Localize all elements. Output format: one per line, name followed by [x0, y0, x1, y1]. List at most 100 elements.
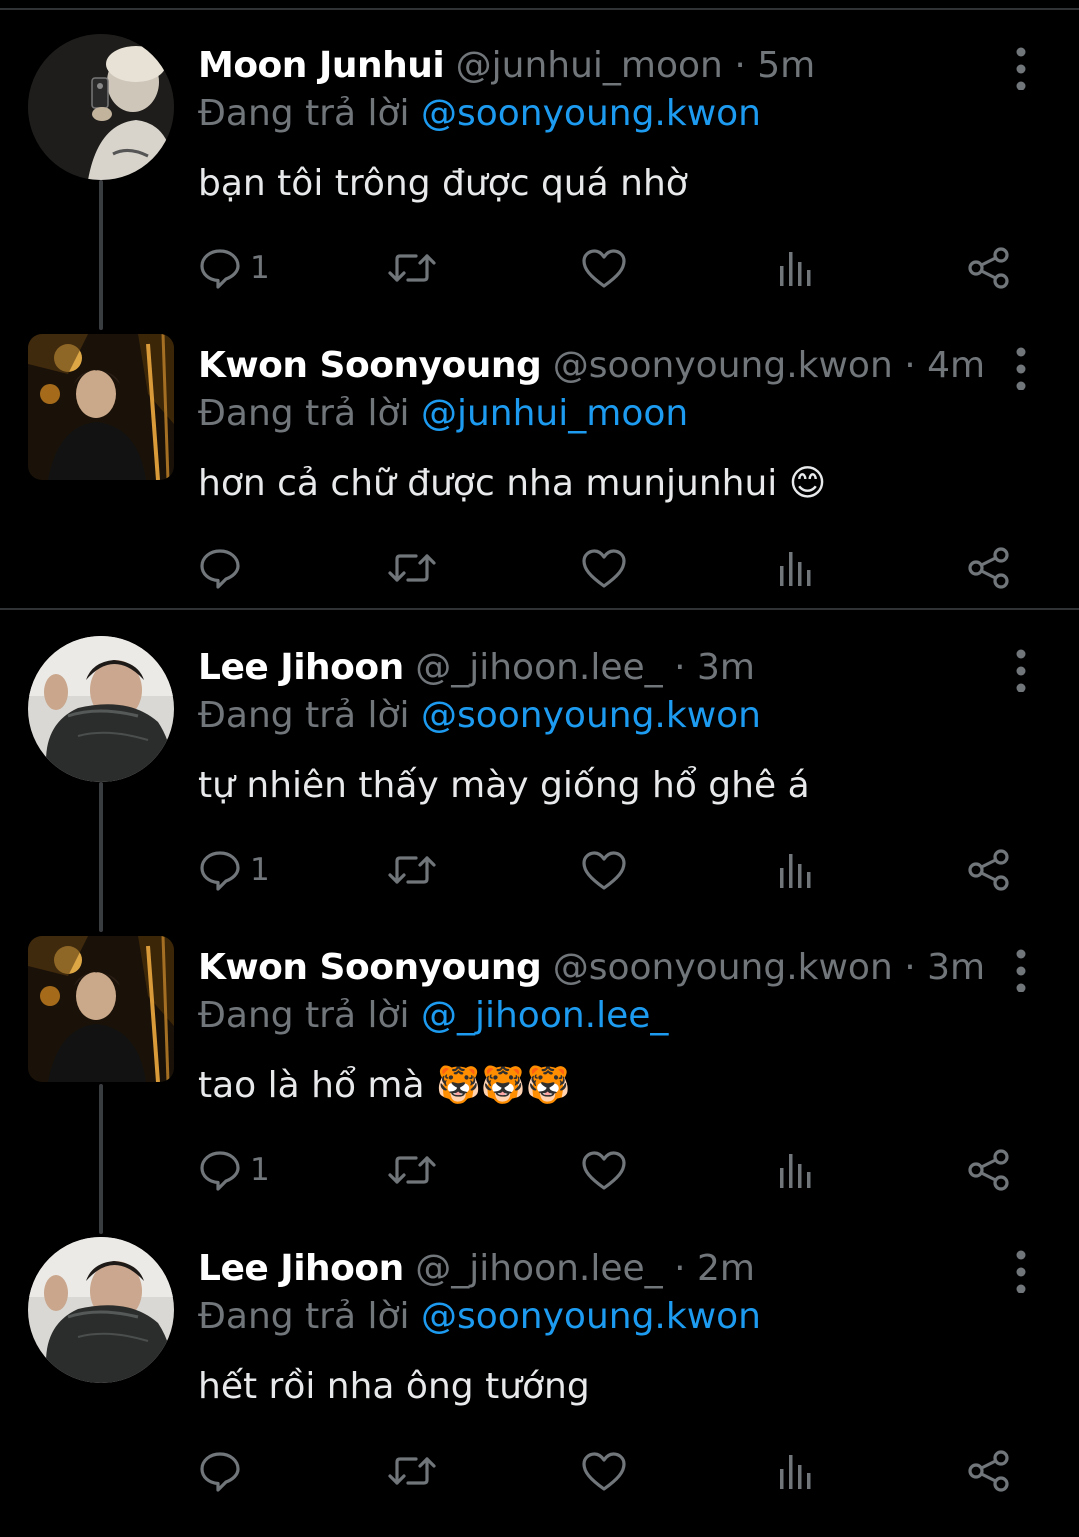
- user-handle[interactable]: @_jihoon.lee_: [415, 647, 662, 688]
- tweet-header: Lee Jihoon @_jihoon.lee_ · 3m: [198, 644, 755, 692]
- replying-to: Đang trả lời @_jihoon.lee_: [198, 992, 668, 1040]
- share-button[interactable]: [966, 1142, 1012, 1198]
- mention-link[interactable]: @junhui_moon: [421, 393, 688, 434]
- reply-button[interactable]: [198, 1443, 250, 1499]
- more-vertical-icon: [1016, 47, 1026, 90]
- reply-button[interactable]: [198, 540, 250, 596]
- mention-link[interactable]: @soonyoung.kwon: [421, 695, 761, 736]
- tweet-text-content: hết rồi nha ông tướng: [198, 1366, 590, 1407]
- views-button[interactable]: [774, 1142, 818, 1198]
- share-button[interactable]: [966, 1443, 1012, 1499]
- more-button[interactable]: [1006, 1245, 1036, 1293]
- user-handle[interactable]: @soonyoung.kwon: [553, 947, 893, 988]
- mention-link[interactable]: @soonyoung.kwon: [421, 1296, 761, 1337]
- tweet[interactable]: Lee Jihoon @_jihoon.lee_ · 3m Đang trả l…: [0, 636, 1079, 936]
- separator-dot: ·: [734, 45, 746, 86]
- more-button[interactable]: [1006, 944, 1036, 992]
- avatar[interactable]: [28, 636, 174, 782]
- display-name[interactable]: Lee Jihoon: [198, 647, 404, 688]
- tweet-text-content: tao là hổ mà: [198, 1065, 425, 1106]
- heart-icon: [582, 1452, 626, 1491]
- reply-count: 1: [250, 852, 270, 888]
- action-bar: 1: [0, 240, 1079, 296]
- retweet-button[interactable]: [386, 1443, 438, 1499]
- share-icon: [968, 1450, 1009, 1492]
- like-button[interactable]: [580, 240, 628, 296]
- more-vertical-icon: [1016, 347, 1026, 390]
- mention-link[interactable]: @_jihoon.lee_: [421, 995, 668, 1036]
- smiling-face-emoji: 😊: [788, 463, 827, 504]
- reply-button[interactable]: 1: [198, 240, 270, 296]
- avatar[interactable]: [28, 1237, 174, 1383]
- more-button[interactable]: [1006, 342, 1036, 390]
- tweet[interactable]: Lee Jihoon @_jihoon.lee_ · 2m Đang trả l…: [0, 1237, 1079, 1537]
- views-button[interactable]: [774, 1443, 818, 1499]
- heart-icon: [582, 851, 626, 890]
- more-button[interactable]: [1006, 42, 1036, 90]
- replying-label: Đang trả lời: [198, 995, 410, 1036]
- timestamp[interactable]: 4m: [927, 345, 985, 386]
- share-button[interactable]: [966, 240, 1012, 296]
- display-name[interactable]: Moon Junhui: [198, 45, 445, 86]
- reply-button[interactable]: 1: [198, 842, 270, 898]
- timestamp[interactable]: 3m: [697, 647, 755, 688]
- share-icon: [968, 547, 1009, 589]
- user-handle[interactable]: @soonyoung.kwon: [553, 345, 893, 386]
- like-button[interactable]: [580, 540, 628, 596]
- tweet-text-content: tự nhiên thấy mày giống hổ ghê á: [198, 765, 810, 806]
- like-button[interactable]: [580, 1142, 628, 1198]
- reply-count: 1: [250, 1152, 270, 1188]
- share-icon: [968, 1149, 1009, 1191]
- retweet-button[interactable]: [386, 540, 438, 596]
- timestamp[interactable]: 5m: [757, 45, 815, 86]
- tweet-text: hết rồi nha ông tướng: [198, 1363, 590, 1411]
- avatar[interactable]: [28, 34, 174, 180]
- views-button[interactable]: [774, 842, 818, 898]
- user-handle[interactable]: @junhui_moon: [456, 45, 723, 86]
- retweet-icon: [388, 254, 436, 282]
- views-button[interactable]: [774, 240, 818, 296]
- tweet[interactable]: Moon Junhui @junhui_moon · 5m Đang trả l…: [0, 34, 1079, 334]
- retweet-icon: [388, 1457, 436, 1485]
- reply-button[interactable]: 1: [198, 1142, 270, 1198]
- avatar[interactable]: [28, 936, 174, 1082]
- like-button[interactable]: [580, 1443, 628, 1499]
- more-button[interactable]: [1006, 644, 1036, 692]
- retweet-icon: [388, 554, 436, 582]
- avatar[interactable]: [28, 334, 174, 480]
- views-button[interactable]: [774, 540, 818, 596]
- tweet-text-content: hơn cả chữ được nha munjunhui: [198, 463, 778, 504]
- tweet-text: tao là hổ mà 🐯🐯🐯: [198, 1062, 571, 1110]
- share-button[interactable]: [966, 842, 1012, 898]
- display-name[interactable]: Lee Jihoon: [198, 1248, 404, 1289]
- action-bar: 1: [0, 1142, 1079, 1198]
- timestamp[interactable]: 2m: [697, 1248, 755, 1289]
- tweet[interactable]: Kwon Soonyoung @soonyoung.kwon · 4m Đang…: [0, 334, 1079, 634]
- mention-link[interactable]: @soonyoung.kwon: [421, 93, 761, 134]
- share-button[interactable]: [966, 540, 1012, 596]
- tweet-header: Kwon Soonyoung @soonyoung.kwon · 4m: [198, 342, 985, 390]
- tweet-header: Lee Jihoon @_jihoon.lee_ · 2m: [198, 1245, 755, 1293]
- tweet-header: Kwon Soonyoung @soonyoung.kwon · 3m: [198, 944, 985, 992]
- retweet-icon: [388, 856, 436, 884]
- tweet-text-content: bạn tôi trông được quá nhờ: [198, 163, 688, 204]
- retweet-button[interactable]: [386, 240, 438, 296]
- replying-label: Đang trả lời: [198, 393, 410, 434]
- more-vertical-icon: [1016, 649, 1026, 692]
- replying-to: Đang trả lời @junhui_moon: [198, 390, 688, 438]
- timestamp[interactable]: 3m: [927, 947, 985, 988]
- tweet[interactable]: Kwon Soonyoung @soonyoung.kwon · 3m Đang…: [0, 936, 1079, 1236]
- retweet-button[interactable]: [386, 842, 438, 898]
- heart-icon: [582, 549, 626, 588]
- retweet-button[interactable]: [386, 1142, 438, 1198]
- reply-icon: [200, 851, 240, 891]
- replying-to: Đang trả lời @soonyoung.kwon: [198, 692, 761, 740]
- replying-to: Đang trả lời @soonyoung.kwon: [198, 1293, 761, 1341]
- share-icon: [968, 849, 1009, 891]
- display-name[interactable]: Kwon Soonyoung: [198, 947, 542, 988]
- reply-icon: [200, 1151, 240, 1191]
- replying-label: Đang trả lời: [198, 93, 410, 134]
- like-button[interactable]: [580, 842, 628, 898]
- user-handle[interactable]: @_jihoon.lee_: [415, 1248, 662, 1289]
- display-name[interactable]: Kwon Soonyoung: [198, 345, 542, 386]
